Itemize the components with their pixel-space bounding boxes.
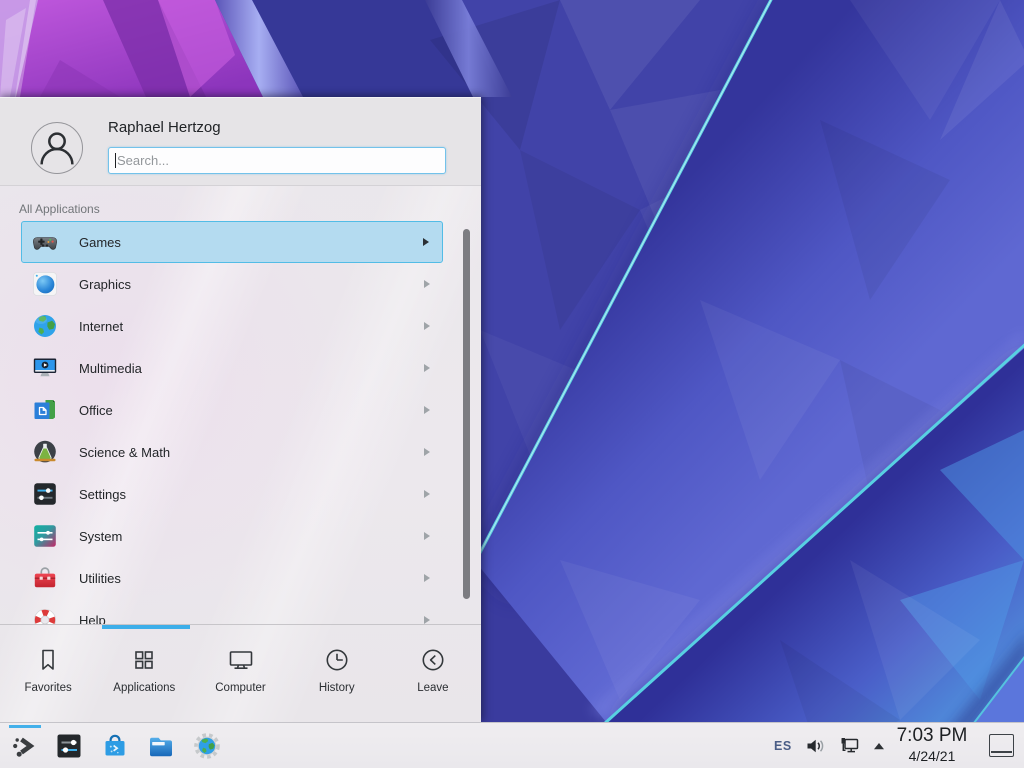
tab-favorites[interactable]: Favorites (0, 629, 96, 723)
clock-date: 4/24/21 (884, 747, 980, 765)
tab-label: Applications (113, 682, 175, 694)
globe-icon (32, 313, 58, 339)
category-row-graphics[interactable]: Graphics (21, 263, 443, 305)
tab-applications[interactable]: Applications (96, 629, 192, 723)
category-label: Games (79, 235, 121, 250)
expand-caret-icon[interactable] (873, 742, 885, 750)
submenu-arrow-icon (424, 532, 430, 540)
category-label: Internet (79, 319, 123, 334)
tab-label: Leave (417, 682, 448, 694)
category-list: Games Graphics (0, 187, 481, 624)
tab-label: Favorites (24, 682, 71, 694)
leave-circle-icon (418, 645, 448, 675)
clock-widget[interactable]: 7:03 PM 4/24/21 (884, 725, 980, 765)
taskbar: ES 7:03 PM 4/24/21 (0, 722, 1024, 768)
category-label: Graphics (79, 277, 131, 292)
tab-label: Computer (215, 682, 266, 694)
category-row-science-math[interactable]: Science & Math (21, 431, 443, 473)
clock-time: 7:03 PM (884, 725, 980, 747)
tab-leave[interactable]: Leave (385, 629, 481, 723)
category-row-office[interactable]: Office (21, 389, 443, 431)
monitor-icon (226, 645, 256, 675)
submenu-arrow-icon (424, 616, 430, 624)
bookmark-icon (33, 645, 63, 675)
toolbox-icon (32, 565, 58, 591)
category-row-help[interactable]: Help (21, 599, 443, 624)
category-row-utilities[interactable]: Utilities (21, 557, 443, 599)
category-label: Multimedia (79, 361, 142, 376)
software-bag-icon[interactable] (100, 731, 130, 761)
user-icon (32, 123, 82, 173)
volume-icon[interactable] (805, 736, 825, 756)
application-launcher-popup: Raphael Hertzog Search... All Applicatio… (0, 97, 481, 722)
system-tray: ES (774, 723, 885, 768)
submenu-arrow-icon (424, 364, 430, 372)
tab-computer[interactable]: Computer (192, 629, 288, 723)
flask-icon (32, 439, 58, 465)
show-desktop-button[interactable] (989, 734, 1014, 757)
launcher-tabbar: Favorites Applications C (0, 629, 481, 723)
folder-icon[interactable] (146, 731, 176, 761)
category-label: System (79, 529, 122, 544)
category-label: Utilities (79, 571, 121, 586)
user-name: Raphael Hertzog (108, 119, 221, 136)
category-label: Settings (79, 487, 126, 502)
category-label: Help (79, 613, 106, 625)
submenu-arrow-icon (424, 322, 430, 330)
category-row-games[interactable]: Games (21, 221, 443, 263)
active-task-indicator (9, 725, 41, 728)
globe-gear-icon[interactable] (192, 731, 222, 761)
tab-label: History (319, 682, 355, 694)
category-row-multimedia[interactable]: Multimedia (21, 347, 443, 389)
system-sliders-icon (32, 523, 58, 549)
search-placeholder: Search... (117, 153, 169, 168)
paint-sphere-icon (32, 271, 58, 297)
submenu-arrow-icon (424, 448, 430, 456)
category-row-system[interactable]: System (21, 515, 443, 557)
lifebuoy-icon (32, 607, 58, 624)
category-label: Science & Math (79, 445, 170, 460)
tabbar-separator (0, 624, 481, 625)
network-icon[interactable] (838, 735, 860, 757)
user-avatar[interactable] (31, 122, 83, 174)
text-cursor (115, 153, 116, 168)
documents-icon (32, 397, 58, 423)
kde-launcher-icon[interactable] (10, 731, 40, 761)
launcher-header: Raphael Hertzog Search... (0, 98, 481, 186)
clock-icon (322, 645, 352, 675)
search-input[interactable]: Search... (108, 147, 446, 174)
scrollbar[interactable] (463, 229, 470, 599)
submenu-arrow-icon (424, 406, 430, 414)
submenu-arrow-icon (424, 280, 430, 288)
grid-icon (129, 645, 159, 675)
tab-history[interactable]: History (289, 629, 385, 723)
sliders-icon (32, 481, 58, 507)
category-row-internet[interactable]: Internet (21, 305, 443, 347)
category-label: Office (79, 403, 113, 418)
submenu-arrow-icon (424, 490, 430, 498)
settings-sliders-icon[interactable] (54, 731, 84, 761)
submenu-arrow-icon (424, 574, 430, 582)
gamepad-icon (32, 229, 58, 255)
keyboard-layout-indicator[interactable]: ES (774, 739, 792, 753)
category-row-settings[interactable]: Settings (21, 473, 443, 515)
desktop: Raphael Hertzog Search... All Applicatio… (0, 0, 1024, 768)
submenu-arrow-icon (423, 238, 429, 246)
media-screen-icon (32, 355, 58, 381)
